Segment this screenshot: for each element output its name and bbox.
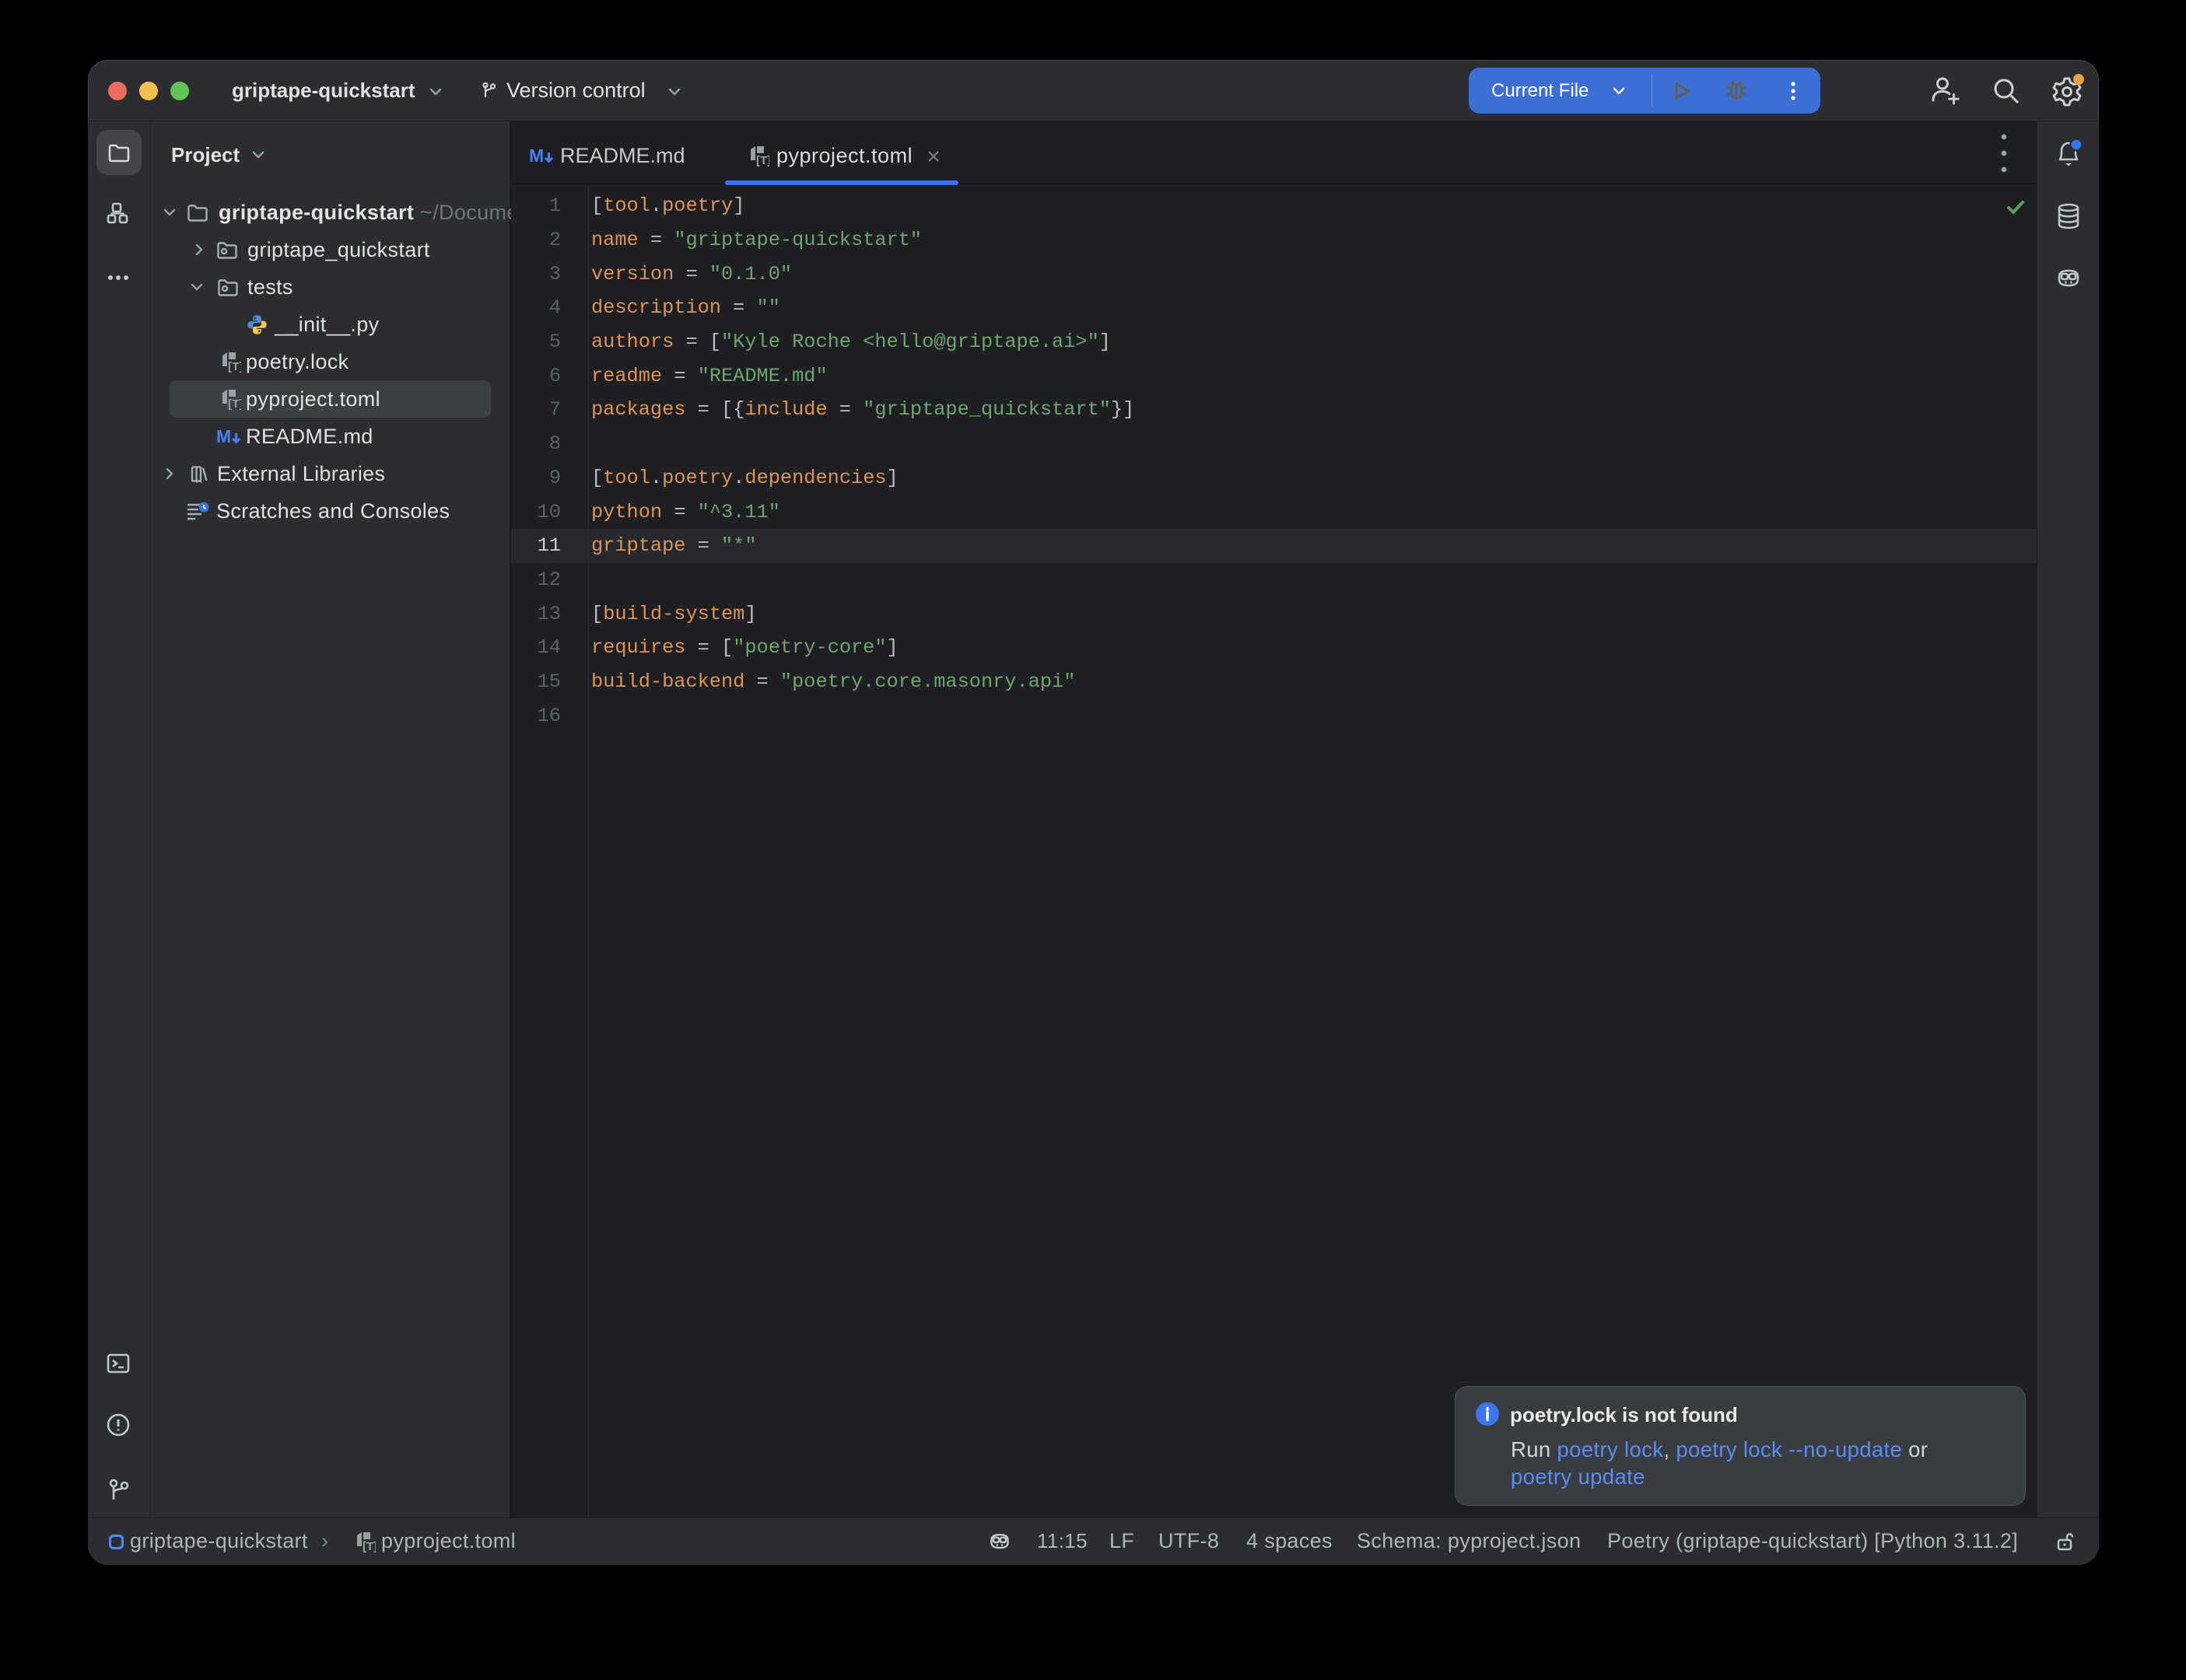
svg-text:[T]: [T] (756, 154, 769, 167)
svg-text:M: M (529, 145, 544, 166)
svg-text:[T]: [T] (228, 360, 241, 373)
svg-text:[T]: [T] (228, 397, 241, 411)
svg-text:M: M (216, 426, 232, 446)
svg-text:[T]: [T] (363, 1540, 376, 1553)
